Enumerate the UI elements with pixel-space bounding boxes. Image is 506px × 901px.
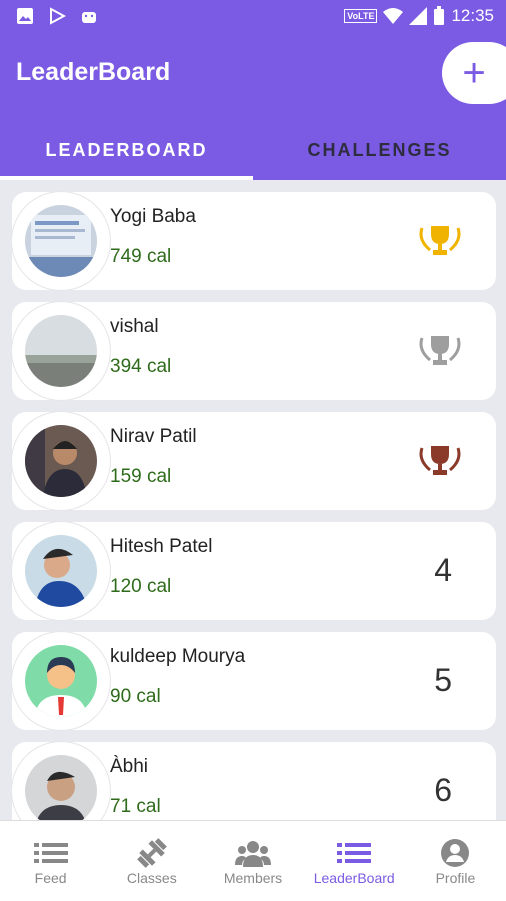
rank-number: 6 xyxy=(434,772,452,808)
avatar-frame xyxy=(12,302,110,400)
list-item[interactable]: Hitesh Patel 120 cal 4 xyxy=(12,522,496,620)
avatar xyxy=(25,315,97,387)
leader-name: kuldeep Mourya xyxy=(110,646,246,667)
list-item[interactable]: Nirav Patil 159 cal xyxy=(12,412,496,510)
leader-calories: 749 cal xyxy=(110,246,172,267)
gallery-icon xyxy=(17,8,33,24)
leader-name: vishal xyxy=(110,316,159,337)
wifi-icon xyxy=(383,8,404,24)
avatar xyxy=(25,755,97,820)
nav-feed[interactable]: Feed xyxy=(0,821,101,901)
leader-calories: 71 cal xyxy=(110,796,161,817)
tab-challenges[interactable]: CHALLENGES xyxy=(253,120,506,180)
list-item[interactable]: vishal 394 cal xyxy=(12,302,496,400)
leader-calories: 120 cal xyxy=(110,576,172,597)
gold-trophy-icon xyxy=(419,226,461,255)
page-title: LeaderBoard xyxy=(16,58,171,86)
bottom-navigation: Feed Classes Members LeaderBoard Profile xyxy=(0,820,506,901)
nav-label: Classes xyxy=(126,870,177,886)
profile-icon xyxy=(441,839,470,867)
avatar xyxy=(25,205,97,277)
avatar-frame xyxy=(12,412,110,510)
nav-label: Feed xyxy=(34,870,67,886)
leader-name: Yogi Baba xyxy=(110,206,196,227)
list-item[interactable]: Yogi Baba 749 cal xyxy=(12,192,496,290)
list-item[interactable]: Àbhi 71 cal 6 xyxy=(12,742,496,820)
leader-name: Àbhi xyxy=(110,756,149,777)
nav-label: Members xyxy=(223,870,283,886)
leader-calories: 90 cal xyxy=(110,686,161,707)
battery-icon xyxy=(434,6,445,25)
signal-icon xyxy=(409,7,428,25)
leaderboard-list: Yogi Baba 749 cal vishal 394 cal Nirav P… xyxy=(0,180,506,820)
list-icon xyxy=(33,843,68,863)
nav-leaderboard[interactable]: LeaderBoard xyxy=(304,821,405,901)
add-button[interactable]: + xyxy=(442,42,506,104)
android-icon xyxy=(82,12,96,23)
tab-bar: LEADERBOARD CHALLENGES xyxy=(0,120,506,180)
nav-label: Profile xyxy=(435,870,476,886)
rank-number: 5 xyxy=(434,662,452,698)
tab-leaderboard[interactable]: LEADERBOARD xyxy=(0,120,253,180)
nav-profile[interactable]: Profile xyxy=(405,821,506,901)
nav-members[interactable]: Members xyxy=(202,821,303,901)
avatar-frame xyxy=(12,632,110,730)
avatar xyxy=(25,425,97,497)
play-store-icon xyxy=(50,7,66,25)
avatar xyxy=(25,535,97,607)
group-icon xyxy=(235,841,271,867)
nav-label: LeaderBoard xyxy=(313,870,395,886)
volte-badge: VoLTE xyxy=(344,9,378,23)
bronze-trophy-icon xyxy=(419,446,461,475)
avatar-frame xyxy=(12,192,110,290)
nav-classes[interactable]: Classes xyxy=(101,821,202,901)
leaderboard-icon xyxy=(337,843,372,863)
silver-trophy-icon xyxy=(419,336,461,365)
clock: 12:35 xyxy=(451,6,494,25)
app-bar: LeaderBoard + LEADERBOARD CHALLENGES xyxy=(0,34,506,180)
leader-calories: 394 cal xyxy=(110,356,172,377)
leader-calories: 159 cal xyxy=(110,466,172,487)
leader-name: Nirav Patil xyxy=(110,426,197,447)
status-bar: VoLTE 12:35 xyxy=(0,0,506,34)
leader-name: Hitesh Patel xyxy=(110,536,213,557)
rank-number: 4 xyxy=(434,552,452,588)
list-item[interactable]: kuldeep Mourya 90 cal 5 xyxy=(12,632,496,730)
dumbbell-icon xyxy=(136,838,167,868)
avatar-frame xyxy=(12,742,110,820)
avatar xyxy=(25,645,97,717)
avatar-frame xyxy=(12,522,110,620)
